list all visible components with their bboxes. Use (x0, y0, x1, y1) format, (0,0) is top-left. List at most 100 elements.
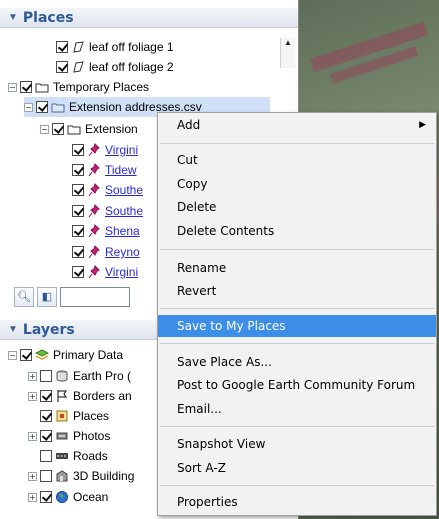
layer-item-borders[interactable]: + Borders an (28, 387, 132, 405)
placemark-link[interactable]: Virgini (105, 143, 138, 157)
checkbox[interactable] (40, 491, 52, 503)
tree-item-label: leaf off foliage 2 (89, 60, 174, 74)
checkbox[interactable] (72, 246, 84, 258)
menu-item-save-to-my-places[interactable]: Save to My Places (158, 315, 436, 337)
menu-item-label: Properties (177, 495, 238, 509)
layer-item-ocean[interactable]: + Ocean (28, 488, 108, 506)
menu-item-rename[interactable]: Rename (158, 257, 436, 279)
tree-item-label: leaf off foliage 1 (89, 40, 174, 54)
collapse-icon[interactable]: − (24, 102, 33, 112)
menu-item-label: Cut (177, 153, 198, 167)
checkbox[interactable] (72, 164, 84, 176)
tree-item-leaf-off-foliage-1[interactable]: leaf off foliage 1 (56, 38, 174, 56)
layer-item-photos[interactable]: + Photos (28, 427, 110, 445)
layer-item-label: Borders an (73, 389, 132, 403)
layer-item-earth-pro[interactable]: + Earth Pro ( (28, 367, 131, 385)
placemark-item[interactable]: Southe (72, 202, 143, 220)
checkbox[interactable] (40, 390, 52, 402)
placemark-link[interactable]: Shena (105, 224, 140, 238)
menu-item-delete-contents[interactable]: Delete Contents (158, 220, 436, 242)
expand-icon[interactable]: + (28, 492, 37, 502)
checkbox[interactable] (20, 349, 32, 361)
layer-item-label: 3D Building (73, 469, 135, 483)
menu-item-delete[interactable]: Delete (158, 196, 436, 218)
checkbox[interactable] (56, 61, 68, 73)
scroll-up-arrow-icon[interactable]: ▲ (281, 38, 295, 47)
menu-separator (160, 143, 434, 144)
layer-item-primary-data[interactable]: − Primary Data (8, 346, 123, 364)
expand-icon[interactable]: + (28, 431, 37, 441)
menu-item-label: Post to Google Earth Community Forum (177, 378, 416, 392)
checkbox[interactable] (52, 123, 64, 135)
checkbox[interactable] (72, 144, 84, 156)
menu-item-label: Save to My Places (177, 319, 286, 333)
search-button[interactable]: 🔍︎ (14, 287, 34, 307)
placemark-item[interactable]: Shena (72, 222, 140, 240)
checkbox[interactable] (72, 266, 84, 278)
layers-header-label: Layers (22, 321, 75, 338)
layer-item-roads[interactable]: Roads (40, 447, 108, 465)
tree-item-leaf-off-foliage-2[interactable]: leaf off foliage 2 (56, 58, 174, 76)
placemark-link[interactable]: Southe (105, 204, 143, 218)
pushpin-icon (88, 245, 100, 259)
menu-separator (160, 343, 434, 344)
placemark-item[interactable]: Reyno (72, 243, 140, 261)
checkbox[interactable] (40, 410, 52, 422)
expand-icon[interactable]: + (28, 471, 37, 481)
menu-item-snapshot-view[interactable]: Snapshot View (158, 433, 436, 455)
pushpin-icon (88, 204, 100, 218)
expand-triangle-icon[interactable]: ▼ (8, 324, 18, 335)
placemark-link[interactable]: Tidew (105, 163, 137, 177)
places-layer-icon (56, 410, 68, 422)
menu-item-post-to-forum[interactable]: Post to Google Earth Community Forum (158, 374, 436, 396)
checkbox[interactable] (40, 450, 52, 462)
tree-item-temporary-places[interactable]: − Temporary Places (8, 78, 149, 96)
placemark-item[interactable]: Tidew (72, 161, 137, 179)
placemark-item[interactable]: Southe (72, 181, 143, 199)
collapse-icon[interactable]: − (8, 82, 17, 92)
menu-item-save-place-as[interactable]: Save Place As... (158, 351, 436, 373)
checkbox[interactable] (36, 101, 48, 113)
checkbox[interactable] (56, 41, 68, 53)
menu-item-properties[interactable]: Properties (158, 491, 436, 513)
pushpin-icon (88, 265, 100, 279)
places-header[interactable]: ▼ Places (0, 8, 298, 28)
placemark-link[interactable]: Reyno (105, 245, 140, 259)
layer-item-label: Roads (73, 449, 108, 463)
menu-item-add[interactable]: Add ▶ (158, 114, 436, 136)
menu-item-sort-a-z[interactable]: Sort A-Z (158, 457, 436, 479)
expand-triangle-icon[interactable]: ▼ (8, 12, 18, 23)
menu-item-revert[interactable]: Revert (158, 280, 436, 302)
placemark-link[interactable]: Southe (105, 183, 143, 197)
tree-item-extension[interactable]: − Extension (40, 120, 138, 138)
folder-icon (67, 125, 81, 135)
checkbox[interactable] (72, 184, 84, 196)
places-toolbar: 🔍︎ ◧ (14, 287, 130, 307)
placemark-link[interactable]: Virgini (105, 265, 138, 279)
expand-icon[interactable]: + (28, 391, 37, 401)
collapse-icon[interactable]: − (40, 124, 49, 134)
places-search-input[interactable] (60, 287, 130, 307)
submenu-arrow-icon: ▶ (419, 120, 426, 130)
expand-icon[interactable]: + (28, 371, 37, 381)
layer-item-places[interactable]: Places (40, 407, 109, 425)
flag-icon (57, 390, 68, 402)
menu-item-label: Save Place As... (177, 355, 272, 369)
panel-toggle-button[interactable]: ◧ (37, 287, 57, 307)
places-scrollbar[interactable]: ▲ (280, 38, 295, 68)
layer-item-3d-buildings[interactable]: + 3D Building (28, 467, 134, 485)
menu-item-label: Delete (177, 200, 217, 214)
collapse-icon[interactable]: − (8, 350, 17, 360)
checkbox[interactable] (40, 470, 52, 482)
checkbox[interactable] (20, 81, 32, 93)
placemark-item[interactable]: Virgini (72, 141, 138, 159)
placemark-item[interactable]: Virgini (72, 263, 138, 281)
checkbox[interactable] (40, 370, 52, 382)
menu-item-email[interactable]: Email... (158, 398, 436, 420)
layer-item-label: Primary Data (53, 348, 124, 362)
checkbox[interactable] (72, 205, 84, 217)
checkbox[interactable] (40, 430, 52, 442)
checkbox[interactable] (72, 225, 84, 237)
menu-item-copy[interactable]: Copy (158, 173, 436, 195)
menu-item-cut[interactable]: Cut (158, 149, 436, 171)
